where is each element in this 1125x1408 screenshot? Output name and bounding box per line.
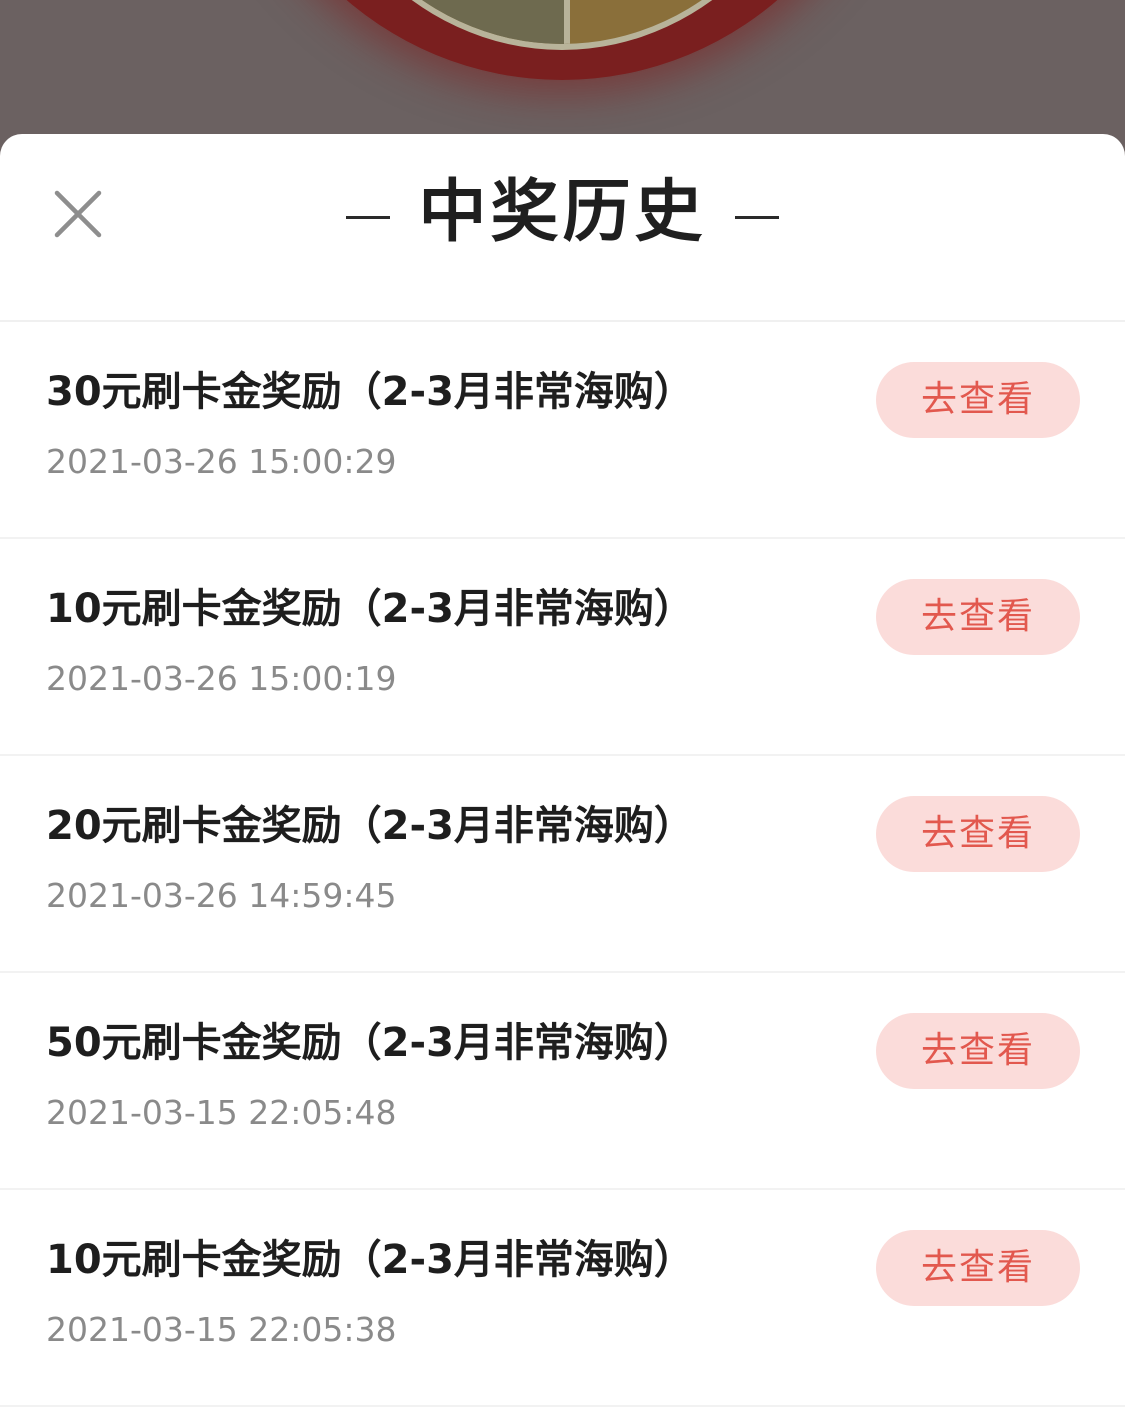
prize-title: 20元刷卡金奖励（2-3月非常海购）	[46, 803, 694, 849]
prize-timestamp: 2021-03-26 15:00:19	[46, 659, 397, 698]
prize-history-sheet: 中奖历史 30元刷卡金奖励（2-3月非常海购） 2021-03-26 15:00…	[0, 134, 1125, 1408]
list-item: 50元刷卡金奖励（2-3月非常海购） 2021-03-15 22:05:48 去…	[0, 973, 1125, 1190]
prize-timestamp: 2021-03-26 14:59:45	[46, 876, 397, 915]
prize-title: 30元刷卡金奖励（2-3月非常海购）	[46, 369, 694, 415]
wheel-segment	[294, 0, 568, 44]
prize-timestamp: 2021-03-15 22:05:48	[46, 1093, 397, 1132]
sheet-header: 中奖历史	[0, 134, 1125, 322]
view-button[interactable]: 去查看	[876, 796, 1080, 872]
list-item: 20元刷卡金奖励（2-3月非常海购） 2021-03-26 14:59:45 去…	[0, 756, 1125, 973]
view-button[interactable]: 去查看	[876, 362, 1080, 438]
list-item: 30元刷卡金奖励（2-3月非常海购） 2021-03-26 15:00:29 去…	[0, 322, 1125, 539]
view-button[interactable]: 去查看	[876, 1013, 1080, 1089]
wheel-divider	[564, 0, 570, 44]
prize-list: 30元刷卡金奖励（2-3月非常海购） 2021-03-26 15:00:29 去…	[0, 322, 1125, 1407]
prize-timestamp: 2021-03-26 15:00:29	[46, 442, 397, 481]
title-dash-left	[346, 216, 391, 219]
page-title: 中奖历史	[418, 172, 707, 252]
prize-timestamp: 2021-03-15 22:05:38	[46, 1310, 397, 1349]
prize-title: 10元刷卡金奖励（2-3月非常海购）	[46, 1237, 694, 1283]
page-title-wrap: 中奖历史	[0, 172, 1125, 252]
prize-title: 50元刷卡金奖励（2-3月非常海购）	[46, 1020, 694, 1066]
list-item: 10元刷卡金奖励（2-3月非常海购） 2021-03-26 15:00:19 去…	[0, 539, 1125, 756]
prize-title: 10元刷卡金奖励（2-3月非常海购）	[46, 586, 694, 632]
title-dash-right	[734, 216, 779, 219]
view-button[interactable]: 去查看	[876, 579, 1080, 655]
list-item: 10元刷卡金奖励（2-3月非常海购） 2021-03-15 22:05:38 去…	[0, 1190, 1125, 1407]
view-button[interactable]: 去查看	[876, 1230, 1080, 1306]
